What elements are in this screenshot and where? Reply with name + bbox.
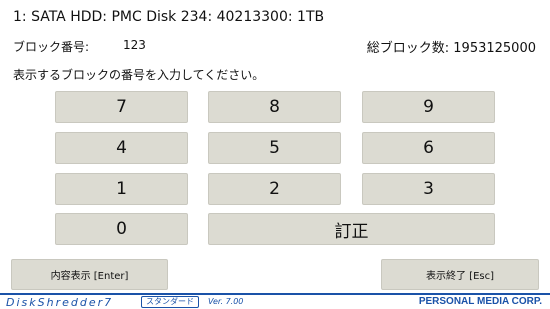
show-content-button[interactable]: 内容表示 [Enter]: [11, 259, 168, 290]
total-blocks: 総ブロック数: 1953125000: [366, 41, 536, 56]
key-4[interactable]: 4: [55, 132, 188, 164]
product-logo: DiskShredder7: [6, 296, 114, 309]
disk-title: 1: SATA HDD: PMC Disk 234: 40213300: 1TB: [13, 9, 325, 25]
key-1[interactable]: 1: [55, 173, 188, 205]
correct-button[interactable]: 訂正: [208, 213, 495, 245]
key-2[interactable]: 2: [208, 173, 341, 205]
key-8[interactable]: 8: [208, 91, 341, 123]
key-6[interactable]: 6: [362, 132, 495, 164]
instruction-text: 表示するブロックの番号を入力してください。: [13, 68, 265, 82]
key-5[interactable]: 5: [208, 132, 341, 164]
company-name: PERSONAL MEDIA CORP.: [418, 296, 542, 307]
block-number-value: 123: [123, 38, 146, 52]
key-9[interactable]: 9: [362, 91, 495, 123]
key-3[interactable]: 3: [362, 173, 495, 205]
key-0[interactable]: 0: [55, 213, 188, 245]
edition-badge: スタンダード: [141, 296, 199, 308]
block-number-label: ブロック番号:: [13, 40, 90, 54]
exit-display-button[interactable]: 表示終了 [Esc]: [381, 259, 539, 290]
key-7[interactable]: 7: [55, 91, 188, 123]
version-label: Ver. 7.00: [208, 297, 244, 306]
footer-bar: DiskShredder7 スタンダード Ver. 7.00 PERSONAL …: [0, 293, 550, 309]
